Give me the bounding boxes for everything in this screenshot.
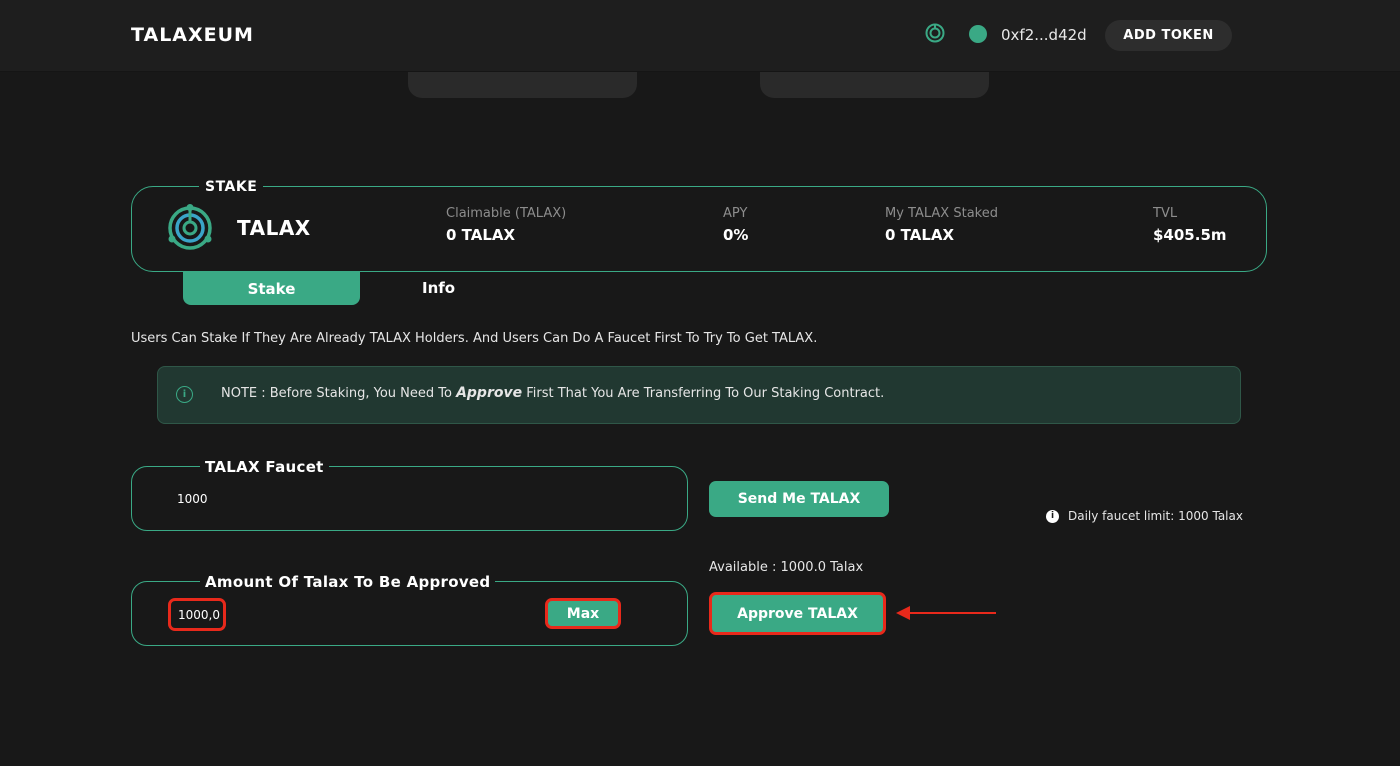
note-prefix: NOTE : Before Staking, You Need To <box>221 386 457 401</box>
my-staked-stat: My TALAX Staked 0 TALAX <box>885 206 998 244</box>
my-staked-value: 0 TALAX <box>885 226 955 244</box>
my-staked-label: My TALAX Staked <box>885 206 998 221</box>
tvl-value: $405.5m <box>1153 226 1227 244</box>
claimable-label: Claimable (TALAX) <box>446 206 567 221</box>
brand-logo-text[interactable]: TALAXEUM <box>131 24 254 46</box>
add-token-button[interactable]: ADD TOKEN <box>1105 20 1232 51</box>
tab-stake[interactable]: Stake <box>183 272 360 305</box>
tab-info[interactable]: Info <box>422 279 455 297</box>
faucet-limit-text: Daily faucet limit: 1000 Talax <box>1068 509 1243 523</box>
apy-stat: APY 0% <box>723 206 748 244</box>
faucet-legend: TALAX Faucet <box>200 458 329 476</box>
stake-description: Users Can Stake If They Are Already TALA… <box>131 331 818 346</box>
info-icon: i <box>176 386 193 403</box>
send-me-talax-button[interactable]: Send Me TALAX <box>709 481 889 517</box>
approve-talax-button[interactable]: Approve TALAX <box>709 592 886 635</box>
network-icon[interactable] <box>925 23 945 43</box>
wallet-address[interactable]: 0xf2...d42d <box>1001 26 1087 44</box>
faucet-amount-input[interactable] <box>177 490 477 508</box>
faucet-limit-note: i Daily faucet limit: 1000 Talax <box>1046 509 1243 523</box>
note-emphasis: Approve <box>456 385 523 401</box>
tvl-label: TVL <box>1153 206 1178 221</box>
tvl-stat: TVL $405.5m <box>1153 206 1227 244</box>
note-text: NOTE : Before Staking, You Need To Appro… <box>221 385 884 401</box>
approve-note-banner: i NOTE : Before Staking, You Need To App… <box>157 366 1241 424</box>
approve-amount-input[interactable] <box>168 598 226 631</box>
wallet-status-dot <box>969 25 987 43</box>
approve-legend: Amount Of Talax To Be Approved <box>200 573 496 591</box>
apy-label: APY <box>723 206 748 221</box>
stake-token-name: TALAX <box>237 216 311 240</box>
annotation-arrow-icon <box>896 606 996 620</box>
talax-token-icon <box>168 204 212 250</box>
note-suffix: First That You Are Transferring To Our S… <box>522 386 885 401</box>
stake-card-legend: STAKE <box>199 179 264 195</box>
apy-value: 0% <box>723 226 749 244</box>
available-balance: Available : 1000.0 Talax <box>709 560 864 575</box>
claimable-value: 0 TALAX <box>446 226 516 244</box>
info-icon: i <box>1046 509 1059 523</box>
max-button[interactable]: Max <box>545 598 621 629</box>
claimable-stat: Claimable (TALAX) 0 TALAX <box>446 206 566 244</box>
